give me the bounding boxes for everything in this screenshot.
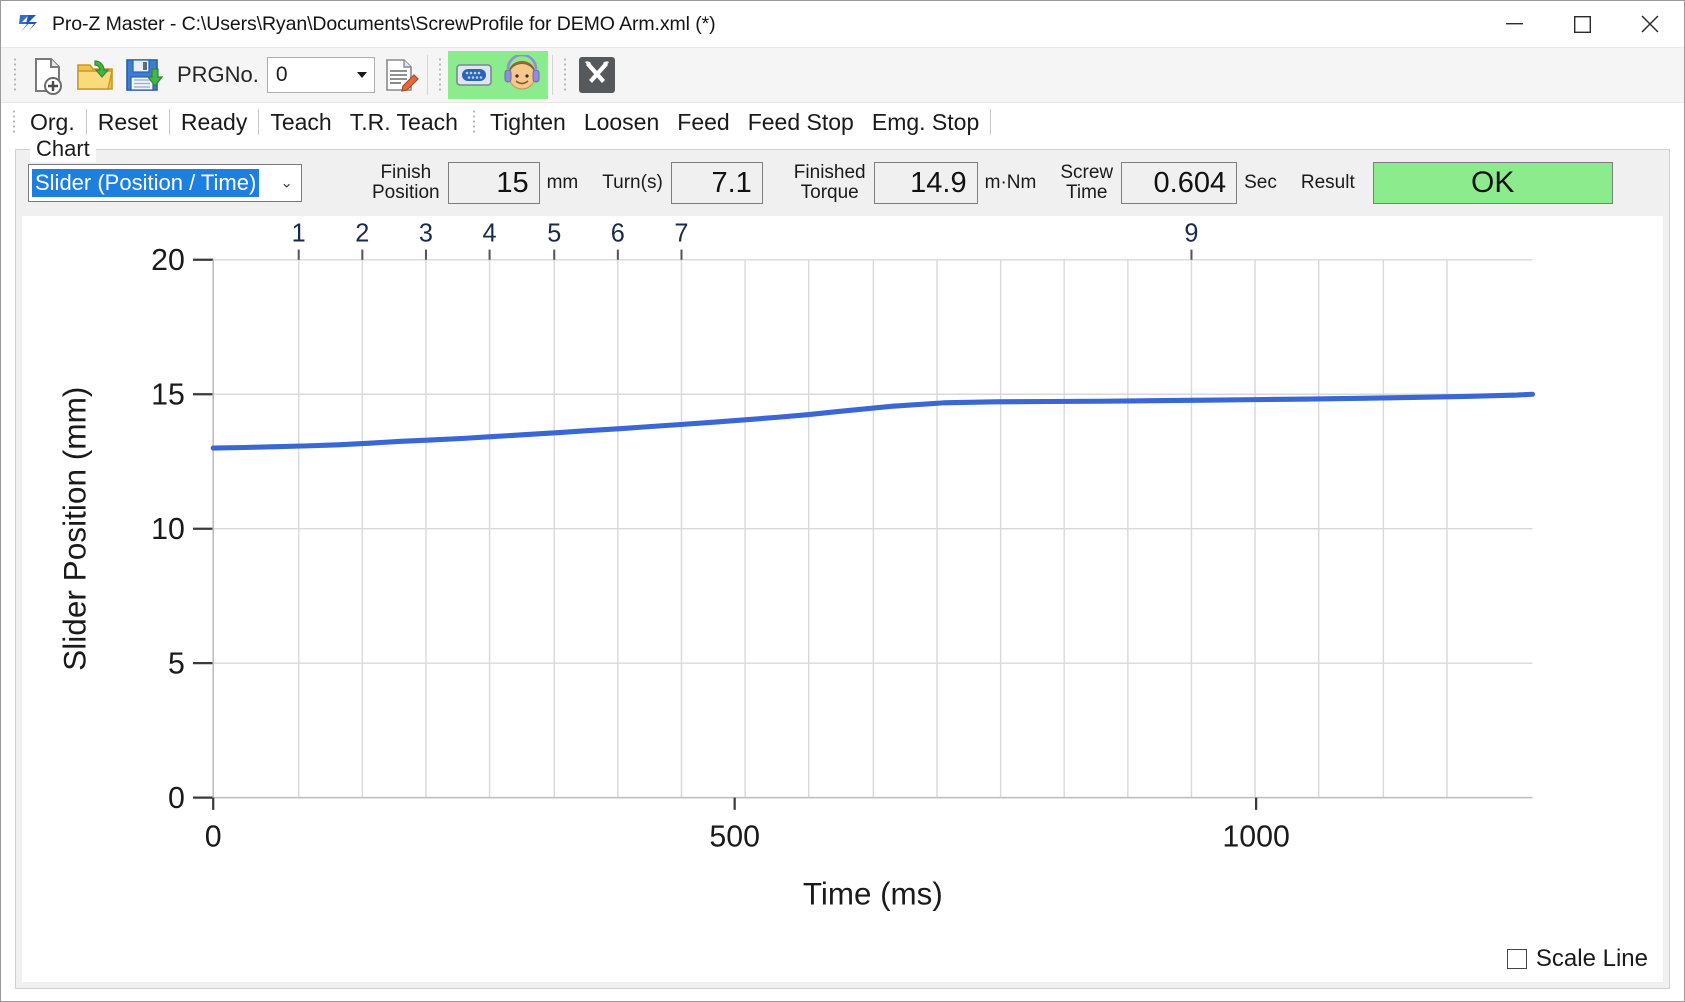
readout-result: Result OK [1301,162,1613,204]
readout-finish-position: Finish Position 15 mm [372,162,578,204]
scale-line-checkbox[interactable]: Scale Line [1506,945,1648,973]
chart-mode-selected-value: Slider (Position / Time) [32,169,260,197]
finished-torque-unit: m·Nm [984,172,1037,193]
main-toolbar: PRGNo. 0 [1,48,1684,103]
result-status-badge: OK [1372,162,1613,204]
finish-position-value: 15 [447,162,540,204]
result-label: Result [1300,172,1355,194]
maximize-button[interactable] [1548,1,1616,48]
app-window: Pro-Z Master - C:\Users\Ryan\Documents\S… [0,0,1685,1002]
readout-finished-torque: Finished Torque 14.9 m·Nm [793,162,1037,204]
menu-item-feed[interactable]: Feed [668,103,738,141]
connection-group [447,51,548,99]
toolbar-separator-2 [551,55,553,95]
menu-item-teach[interactable]: Teach [261,103,340,141]
toolbar-grip[interactable] [13,57,17,93]
prg-no-value: 0 [275,63,288,86]
screw-time-unit: Sec [1244,172,1277,193]
finish-position-unit: mm [546,172,579,193]
serial-port-icon[interactable] [450,51,498,99]
open-folder-icon[interactable] [71,51,119,99]
chart-groupbox: Chart Slider (Position / Time) ⌄ Finish … [15,136,1670,989]
menu-item-loosen[interactable]: Loosen [575,103,668,141]
menu-separator [85,108,87,135]
slider-position-time-plot: 0 5 10 15 20 0 500 1000 1 2 3 4 5 6 7 9 Time (ms) Slider … [58,219,1536,912]
menu-item-feed-stop[interactable]: Feed Stop [739,103,863,141]
close-button[interactable] [1616,1,1684,48]
svg-text:Time (ms): Time (ms) [803,877,943,912]
svg-text:7: 7 [674,219,688,247]
operator-headset-icon[interactable] [498,51,546,99]
chevron-down-icon [356,72,367,78]
screw-time-value: 0.604 [1121,162,1238,204]
menu-item-emg-stop[interactable]: Emg. Stop [863,103,988,141]
tools-settings-icon[interactable] [573,51,621,99]
svg-text:4: 4 [483,219,497,247]
svg-text:6: 6 [611,219,625,247]
turns-label: Turn(s) [602,172,663,194]
finished-torque-label: Finished Torque [793,162,866,203]
finish-position-label: Finish Position [372,162,440,203]
command-menubar: Org. Reset Ready Teach T.R. Teach Tighte… [1,103,1684,141]
menu-item-org[interactable]: Org. [21,103,84,141]
chart-group-title: Chart [30,136,96,162]
svg-text:0: 0 [205,819,222,853]
title-bar: Pro-Z Master - C:\Users\Ryan\Documents\S… [1,1,1684,48]
menubar-grip-2[interactable] [471,108,476,135]
scale-line-label: Scale Line [1535,945,1648,972]
turns-value: 7.1 [670,162,763,204]
minimize-button[interactable] [1480,1,1548,48]
menu-item-tighten[interactable]: Tighten [481,103,575,141]
screw-time-label: Screw Time [1060,162,1114,203]
menu-item-tr-teach[interactable]: T.R. Teach [341,103,467,141]
svg-text:5: 5 [168,646,185,680]
chart-canvas: 0 5 10 15 20 0 500 1000 1 2 3 4 5 6 7 9 Time (ms) Slider … [22,216,1663,982]
readout-turns: Turn(s) 7.1 [602,162,770,204]
finished-torque-value: 14.9 [873,162,978,204]
edit-document-icon[interactable] [375,51,423,99]
svg-text:1: 1 [292,219,306,247]
toolbar-separator [426,55,428,95]
menu-separator [258,108,260,135]
svg-text:15: 15 [151,377,185,411]
menu-separator [168,108,170,135]
menubar-grip[interactable] [12,108,16,135]
new-document-icon[interactable] [23,51,71,99]
svg-text:0: 0 [168,781,185,815]
readout-screw-time: Screw Time 0.604 Sec [1060,162,1277,204]
chart-mode-select[interactable]: Slider (Position / Time) ⌄ [28,164,302,202]
menu-item-ready[interactable]: Ready [172,103,256,141]
menu-separator [990,108,992,135]
svg-text:9: 9 [1184,219,1198,247]
scale-line-checkbox-box[interactable] [1506,949,1527,969]
prg-no-label: PRGNo. [177,62,259,87]
save-disk-icon[interactable] [119,51,167,99]
menu-item-reset[interactable]: Reset [89,103,167,141]
window-controls [1480,1,1684,48]
chart-readout-row: Slider (Position / Time) ⌄ Finish Positi… [16,150,1669,216]
toolbar-grip-2[interactable] [437,57,442,93]
chevron-down-icon: ⌄ [280,174,293,192]
svg-text:1000: 1000 [1222,819,1289,853]
svg-text:500: 500 [709,819,760,853]
pro-z-logo-icon [17,13,39,35]
svg-text:2: 2 [355,219,369,247]
toolbar-grip-3[interactable] [562,57,567,93]
svg-text:20: 20 [151,243,185,277]
svg-text:5: 5 [547,219,561,247]
prg-no-combobox[interactable]: 0 [266,57,375,93]
window-title: Pro-Z Master - C:\Users\Ryan\Documents\S… [52,12,716,35]
svg-text:Slider Position (mm): Slider Position (mm) [58,387,93,671]
svg-text:10: 10 [151,512,185,546]
svg-text:3: 3 [419,219,433,247]
